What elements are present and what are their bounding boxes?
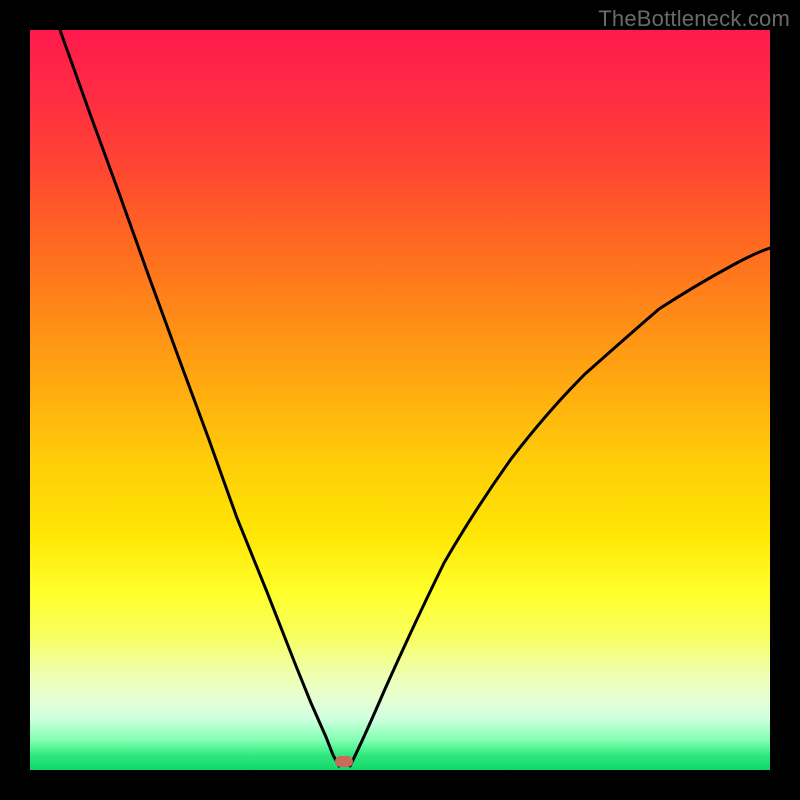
watermark-text: TheBottleneck.com (598, 6, 790, 32)
curve-right-branch (350, 248, 770, 766)
bottleneck-curve (30, 30, 770, 770)
chart-frame: TheBottleneck.com (0, 0, 800, 800)
curve-left-branch (60, 30, 339, 766)
plot-area (30, 30, 770, 770)
optimum-marker (335, 756, 353, 767)
